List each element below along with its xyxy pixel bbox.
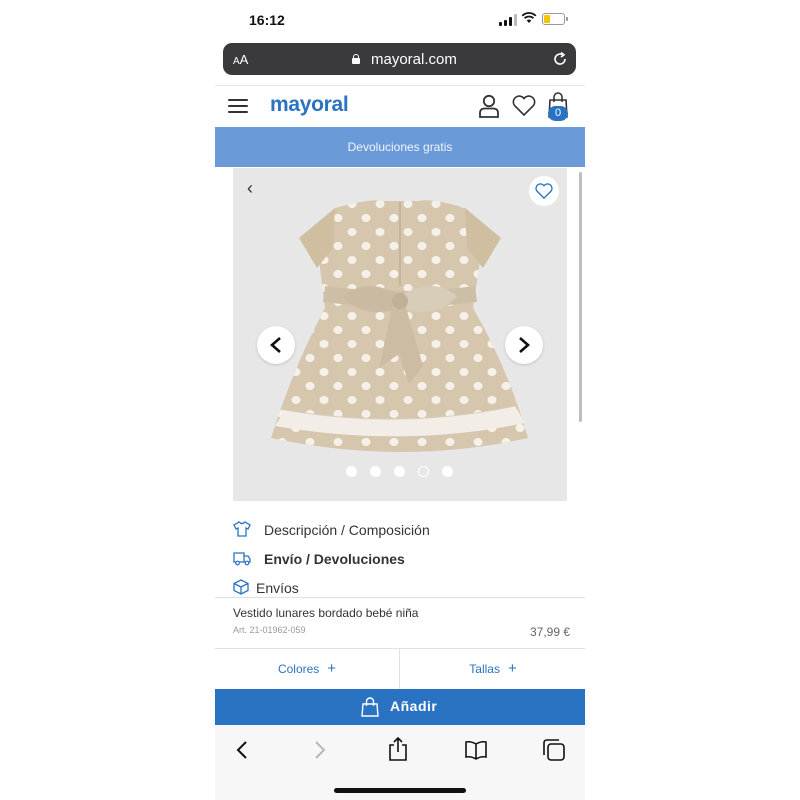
url-text[interactable]: mayoral.com — [371, 51, 457, 68]
product-article-number: Art. 21-01962-059 — [233, 625, 306, 635]
text-size-button[interactable]: AA — [233, 52, 248, 67]
reload-icon[interactable] — [552, 51, 568, 67]
gallery-back-icon[interactable]: ‹ — [247, 178, 253, 199]
chevron-left-icon — [270, 337, 281, 353]
colors-label: Colores — [277, 662, 320, 676]
wifi-icon — [521, 12, 537, 23]
tabs-icon[interactable] — [542, 738, 566, 762]
menu-icon[interactable] — [228, 99, 248, 113]
status-bar: 16:12 — [215, 0, 585, 38]
page-scrollbar[interactable] — [579, 172, 582, 422]
wishlist-heart-icon[interactable] — [512, 95, 536, 116]
carousel-dot[interactable] — [394, 466, 405, 477]
divider — [215, 597, 585, 598]
carousel-dot[interactable] — [370, 466, 381, 477]
description-composition-label: Descripción / Composición — [264, 522, 430, 538]
next-image-button[interactable] — [505, 326, 543, 364]
cellular-signal-icon — [499, 14, 517, 26]
lock-icon — [352, 54, 360, 64]
phone-screen: 16:12 AA mayoral.com mayoral 0 Devolucio… — [215, 0, 585, 800]
shipping-returns-label: Envío / Devoluciones — [264, 551, 405, 567]
options-divider — [399, 649, 400, 689]
add-to-cart-button[interactable]: Añadir — [215, 689, 585, 725]
carousel-dot[interactable] — [442, 466, 453, 477]
add-to-cart-label: Añadir — [390, 698, 438, 714]
brand-logo[interactable]: mayoral — [270, 93, 349, 117]
product-price: 37,99 € — [530, 625, 571, 639]
carousel-dot[interactable] — [346, 466, 357, 477]
colors-selector[interactable]: Colores + — [215, 649, 399, 689]
tshirt-icon — [233, 521, 251, 537]
share-icon[interactable] — [388, 736, 408, 762]
user-icon[interactable] — [478, 94, 500, 118]
product-options: Colores + Tallas + — [215, 649, 585, 689]
address-bar[interactable]: AA mayoral.com — [223, 43, 576, 75]
heart-outline-icon — [535, 183, 553, 199]
chevron-right-icon — [519, 337, 530, 353]
previous-image-button[interactable] — [257, 326, 295, 364]
browser-back-icon[interactable] — [235, 739, 249, 761]
cart-count-badge: 0 — [548, 106, 568, 121]
product-name: Vestido lunares bordado bebé niña — [233, 606, 419, 620]
product-image-carousel[interactable]: ‹ — [233, 168, 567, 501]
browser-forward-icon[interactable] — [313, 739, 327, 761]
add-to-wishlist-button[interactable] — [529, 176, 559, 206]
status-time: 16:12 — [249, 12, 285, 28]
bookmarks-icon[interactable] — [465, 740, 487, 760]
shipments-label: Envíos — [256, 580, 299, 596]
truck-icon — [233, 552, 251, 566]
home-indicator[interactable] — [334, 788, 466, 793]
site-header: mayoral 0 — [215, 85, 585, 128]
battery-icon — [542, 13, 568, 25]
carousel-dot-active[interactable] — [418, 466, 429, 477]
plus-icon: + — [507, 660, 517, 677]
box-icon — [233, 579, 249, 595]
plus-icon: + — [327, 660, 337, 677]
shopping-bag-icon — [361, 697, 379, 717]
free-returns-banner: Devoluciones gratis — [215, 127, 585, 167]
sizes-selector[interactable]: Tallas + — [401, 649, 585, 689]
sizes-label: Tallas — [469, 662, 500, 676]
